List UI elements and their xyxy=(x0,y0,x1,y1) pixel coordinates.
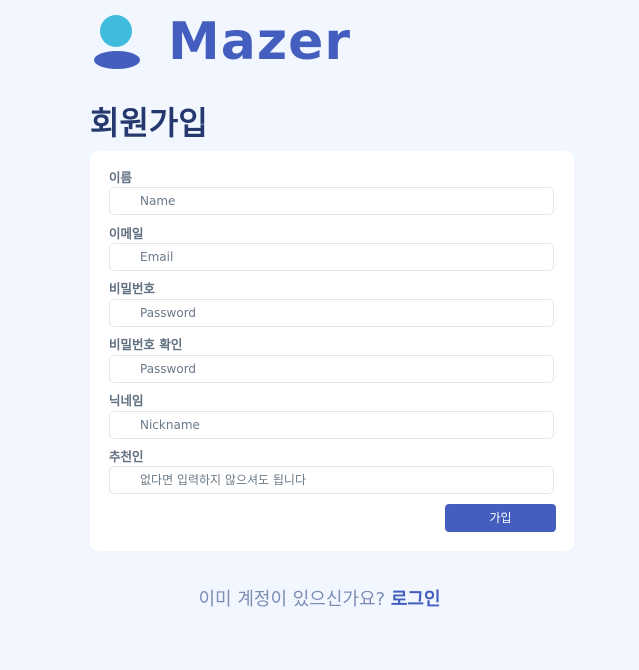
referrer-input[interactable] xyxy=(109,466,554,494)
name-label: 이름 xyxy=(109,170,133,185)
referrer-label: 추천인 xyxy=(109,449,144,464)
nickname-label: 닉네임 xyxy=(109,393,144,408)
page-title: 회원가입 xyxy=(90,104,208,142)
password-confirm-input[interactable] xyxy=(109,355,554,383)
login-prompt: 이미 계정이 있으신가요? 로그인 xyxy=(0,588,639,612)
login-link[interactable]: 로그인 xyxy=(391,589,441,610)
nickname-input[interactable] xyxy=(109,411,554,439)
brand-name: Mazer xyxy=(168,12,352,72)
signup-form-card: 이름 이메일 비밀번호 비밀번호 확인 닉네임 추천인 가입 xyxy=(90,151,574,551)
password-confirm-label: 비밀번호 확인 xyxy=(109,337,183,352)
email-label: 이메일 xyxy=(109,226,144,241)
password-input[interactable] xyxy=(109,299,554,327)
name-input[interactable] xyxy=(109,187,554,215)
password-label: 비밀번호 xyxy=(109,281,156,296)
login-prompt-text: 이미 계정이 있으신가요? xyxy=(198,589,386,610)
signup-button[interactable]: 가입 xyxy=(445,504,556,532)
email-input[interactable] xyxy=(109,243,554,271)
brand-logo[interactable]: Mazer xyxy=(93,12,350,72)
user-avatar-icon xyxy=(94,15,140,69)
